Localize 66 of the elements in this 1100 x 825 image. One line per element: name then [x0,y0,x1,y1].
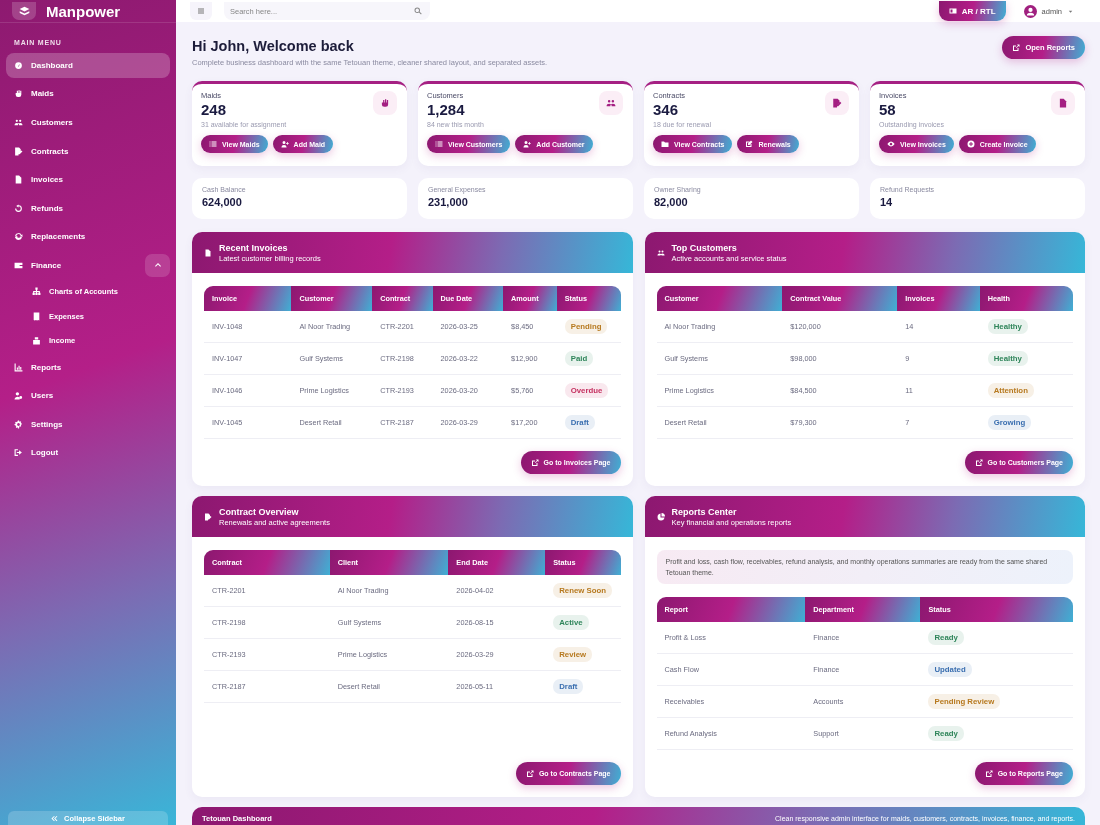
page-title: Hi John, Welcome back [192,38,355,54]
gauge-icon [14,60,23,70]
chevron-up-icon [153,261,162,270]
expand-toggle[interactable] [145,253,170,277]
avatar-icon [1023,4,1037,18]
language-button[interactable]: AR / RTL [938,1,1006,21]
logout-icon [14,448,23,458]
panel-title: Contract Overview [219,506,300,517]
stat-value: 248 [201,101,228,118]
nav-item[interactable]: Refunds [6,195,170,221]
sitemap-icon [32,287,41,297]
nav-item[interactable]: Settings [6,411,170,437]
users-icon [656,248,665,257]
doc-icon [204,248,212,257]
user-gear-icon [14,391,23,401]
undo-icon [14,203,23,213]
folder-icon [661,140,669,148]
user-plus-icon [523,140,532,148]
summary-value: 14 [880,196,894,208]
panel-title: Top Customers [671,242,738,253]
nav-item[interactable]: Users [6,383,170,409]
external-link-icon [530,458,539,467]
stat-value: 346 [653,101,680,118]
nav-item[interactable]: Maids [6,81,170,107]
external-link-icon [974,458,983,467]
nav-item[interactable]: Invoices [6,167,170,193]
stat-value: 1,284 [427,101,466,118]
nav-item[interactable]: Logout [6,440,170,466]
summary-value: 624,000 [202,196,243,208]
panel-title: Reports Center [671,506,738,517]
coins-icon [32,336,41,346]
list-icon [209,140,217,148]
edit-icon [745,140,754,148]
chart-icon [14,362,23,372]
nav-item[interactable]: Replacements [6,224,170,250]
external-link-icon [525,769,534,778]
nav-item[interactable]: Contracts [6,138,170,164]
pie-icon [656,512,665,521]
nav-item[interactable]: Dashboard [6,52,170,78]
users-icon [606,98,616,108]
external-link-icon [984,769,993,778]
brand-name: Manpower [46,2,121,20]
menu-button[interactable] [190,2,212,20]
refresh-icon [14,232,23,242]
doc-icon [14,175,23,185]
nav-item[interactable]: Customers [6,110,170,135]
double-chevron-left-icon [51,814,59,822]
summary-value: 231,000 [428,196,469,208]
id-card-icon [948,7,957,15]
external-link-icon [1012,43,1021,52]
layers-icon [18,5,30,17]
user-plus-icon [280,140,289,148]
hand-icon [380,98,390,108]
nav-item[interactable]: Reports [6,354,170,380]
menu-icon [197,7,205,15]
gear-icon [14,419,23,429]
doc-icon [1058,98,1068,108]
hand-icon [14,89,23,99]
users-icon [14,118,23,127]
panel-title: Recent Invoices [219,242,289,253]
receipt-icon [32,311,41,321]
summary-value: 82,000 [654,196,689,208]
eye-icon [887,140,895,148]
list-icon [435,140,443,148]
stat-value: 58 [879,101,897,118]
nav-item[interactable]: Finance [6,252,141,278]
